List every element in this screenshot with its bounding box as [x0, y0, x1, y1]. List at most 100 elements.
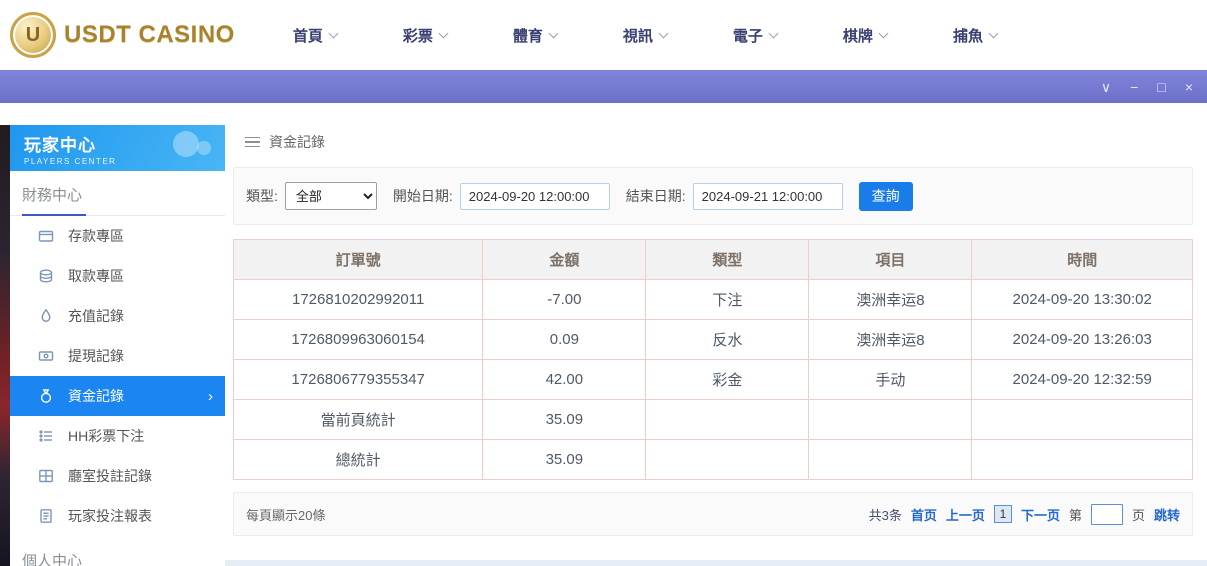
recharge-record-icon — [38, 308, 55, 325]
nav-item-5[interactable]: 棋牌 — [843, 25, 887, 46]
casino-logo-icon: U — [10, 12, 56, 58]
table-cell: 2024-09-20 12:32:59 — [972, 360, 1193, 400]
nav-item-label: 捕魚 — [953, 25, 983, 46]
deposit-icon — [38, 228, 55, 245]
table-cell: 35.09 — [483, 440, 646, 480]
chevron-down-icon — [658, 28, 668, 38]
withdraw-icon — [38, 268, 55, 285]
nav-item-2[interactable]: 體育 — [513, 25, 557, 46]
sidebar-menu: 存款專區取款專區充值記錄提現記錄資金記錄 › HH彩票下注廳室投註記錄玩家投注報表 — [10, 216, 225, 536]
jump-label-post: 页 — [1132, 505, 1145, 524]
chevron-down-icon — [328, 28, 338, 38]
minimize-icon[interactable]: − — [1130, 80, 1138, 94]
sidebar-item-充值記錄[interactable]: 充值記錄 — [10, 296, 225, 336]
column-header: 金額 — [483, 240, 646, 280]
sidebar-item-存款專區[interactable]: 存款專區 — [10, 216, 225, 256]
table-cell: 彩金 — [646, 360, 809, 400]
sidebar-item-label: 取款專區 — [68, 266, 124, 286]
sidebar-section-personal: 個人中心 — [10, 536, 225, 566]
fund-table-head-row: 訂單號金額類型項目時間 — [234, 240, 1193, 280]
sidebar-item-label: 資金記錄 — [68, 386, 124, 406]
nav-item-0[interactable]: 首頁 — [293, 25, 337, 46]
maximize-icon[interactable]: □ — [1157, 80, 1165, 94]
query-button[interactable]: 查詢 — [859, 182, 913, 211]
window-title-bar: ∨ − □ × — [0, 70, 1207, 103]
sidebar-item-label: 充值記錄 — [68, 306, 124, 326]
sidebar-item-提現記錄[interactable]: 提現記錄 — [10, 336, 225, 376]
filter-bar: 類型: 全部 開始日期: 結束日期: 查詢 — [233, 167, 1193, 225]
fund-table: 訂單號金額類型項目時間 1726810202992011-7.00下注澳洲幸运8… — [233, 239, 1193, 480]
page-jump-input[interactable] — [1091, 504, 1123, 525]
table-cell: 澳洲幸运8 — [809, 280, 972, 320]
nav-item-label: 電子 — [733, 25, 763, 46]
pagination: 共3条 首页 上一页 1 下一页 第 页 跳转 — [869, 504, 1180, 525]
table-footer: 每頁顯示20條 共3条 首页 上一页 1 下一页 第 页 跳转 — [233, 492, 1193, 536]
close-icon[interactable]: × — [1185, 80, 1193, 94]
type-label: 類型: — [246, 186, 278, 206]
end-date-input[interactable] — [693, 183, 843, 210]
chevron-down-icon — [768, 28, 778, 38]
table-cell: 2024-09-20 13:30:02 — [972, 280, 1193, 320]
nav-item-label: 視訊 — [623, 25, 653, 46]
background-photo-strip — [0, 125, 10, 566]
sidebar-item-取款專區[interactable]: 取款專區 — [10, 256, 225, 296]
prev-page-link[interactable]: 上一页 — [946, 505, 985, 524]
sidebar: 玩家中心 PLAYERS CENTER 財務中心 存款專區取款專區充值記錄提現記… — [10, 125, 225, 566]
table-cell: 2024-09-20 13:26:03 — [972, 320, 1193, 360]
table-cell: 0.09 — [483, 320, 646, 360]
withdrawal-record-icon — [38, 348, 55, 365]
type-select[interactable]: 全部 — [285, 182, 377, 210]
nav-item-6[interactable]: 捕魚 — [953, 25, 997, 46]
lottery-bet-icon — [38, 428, 55, 445]
table-cell: 澳洲幸运8 — [809, 320, 972, 360]
table-cell: 1726810202992011 — [234, 280, 483, 320]
jump-button[interactable]: 跳转 — [1154, 505, 1180, 524]
nav-item-label: 彩票 — [403, 25, 433, 46]
first-page-link[interactable]: 首页 — [911, 505, 937, 524]
nav-item-label: 首頁 — [293, 25, 323, 46]
collapse-icon[interactable]: ∨ — [1101, 80, 1111, 94]
fund-table-body: 1726810202992011-7.00下注澳洲幸运82024-09-20 1… — [234, 280, 1193, 480]
top-nav: 首頁 彩票 體育 視訊 電子 棋牌 捕魚 — [293, 25, 997, 46]
start-date-label: 開始日期: — [393, 186, 453, 206]
chevron-right-icon: › — [208, 388, 213, 405]
table-row: 17268099630601540.09反水澳洲幸运82024-09-20 13… — [234, 320, 1193, 360]
main-content: 資金記錄 類型: 全部 開始日期: 結束日期: 查詢 訂單號金額類型項目時間 1… — [233, 125, 1193, 566]
brand[interactable]: U USDT CASINO — [10, 12, 235, 58]
table-row: 當前頁統計35.09 — [234, 400, 1193, 440]
nav-item-4[interactable]: 電子 — [733, 25, 777, 46]
table-cell — [646, 400, 809, 440]
window-controls: ∨ − □ × — [1101, 70, 1193, 103]
table-row: 172680677935534742.00彩金手动2024-09-20 12:3… — [234, 360, 1193, 400]
start-date-input[interactable] — [460, 183, 610, 210]
chevron-down-icon — [438, 28, 448, 38]
table-cell: 42.00 — [483, 360, 646, 400]
table-cell — [809, 400, 972, 440]
sidebar-item-label: 存款專區 — [68, 226, 124, 246]
breadcrumb: 資金記錄 — [233, 125, 1193, 159]
sidebar-subtitle: PLAYERS CENTER — [24, 157, 225, 166]
table-cell — [646, 440, 809, 480]
table-cell: 1726809963060154 — [234, 320, 483, 360]
sidebar-item-玩家投注報表[interactable]: 玩家投注報表 — [10, 496, 225, 536]
sidebar-item-HH彩票下注[interactable]: HH彩票下注 — [10, 416, 225, 456]
nav-item-3[interactable]: 視訊 — [623, 25, 667, 46]
next-page-link[interactable]: 下一页 — [1021, 505, 1060, 524]
sidebar-item-資金記錄[interactable]: 資金記錄 › — [10, 376, 225, 416]
table-cell — [809, 440, 972, 480]
sidebar-section-finance: 財務中心 — [10, 171, 225, 216]
menu-hamburger-icon[interactable] — [245, 137, 260, 148]
chevron-down-icon — [989, 28, 999, 38]
table-cell: 手动 — [809, 360, 972, 400]
page-title: 資金記錄 — [269, 132, 325, 152]
table-row: 1726810202992011-7.00下注澳洲幸运82024-09-20 1… — [234, 280, 1193, 320]
end-date-label: 結束日期: — [626, 186, 686, 206]
sidebar-item-廳室投註記錄[interactable]: 廳室投註記錄 — [10, 456, 225, 496]
nav-item-1[interactable]: 彩票 — [403, 25, 447, 46]
column-header: 類型 — [646, 240, 809, 280]
section-finance-label: 財務中心 — [22, 187, 82, 204]
table-cell: 下注 — [646, 280, 809, 320]
app-stage: 玩家中心 PLAYERS CENTER 財務中心 存款專區取款專區充值記錄提現記… — [0, 103, 1207, 566]
page-size-text: 每頁顯示20條 — [246, 505, 325, 524]
current-page[interactable]: 1 — [994, 505, 1012, 523]
